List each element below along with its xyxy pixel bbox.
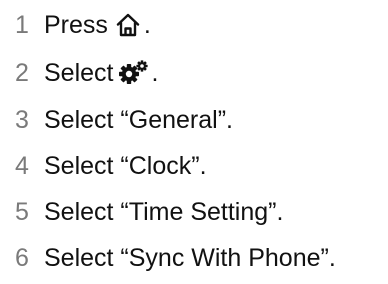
step-text: Press . — [44, 11, 151, 39]
home-icon — [114, 11, 142, 39]
step-number: 5 — [15, 197, 29, 226]
step-label: Select — [44, 58, 114, 87]
step-number: 3 — [15, 105, 29, 134]
step-number: 6 — [15, 243, 29, 272]
step-text: Select “Sync With Phone”. — [44, 243, 336, 272]
step-text: Select “Clock”. — [44, 151, 207, 180]
step-number: 2 — [15, 58, 29, 87]
settings-gears-icon — [119, 60, 149, 86]
step-suffix: . — [151, 58, 159, 87]
step-text: Select “General”. — [44, 105, 233, 134]
step-suffix: . — [143, 10, 151, 39]
step-text: Select . — [44, 60, 158, 86]
step-text: Select “Time Setting”. — [44, 197, 284, 226]
step-number: 1 — [15, 10, 29, 39]
step-label: Press — [44, 10, 108, 39]
step-number: 4 — [15, 151, 29, 180]
